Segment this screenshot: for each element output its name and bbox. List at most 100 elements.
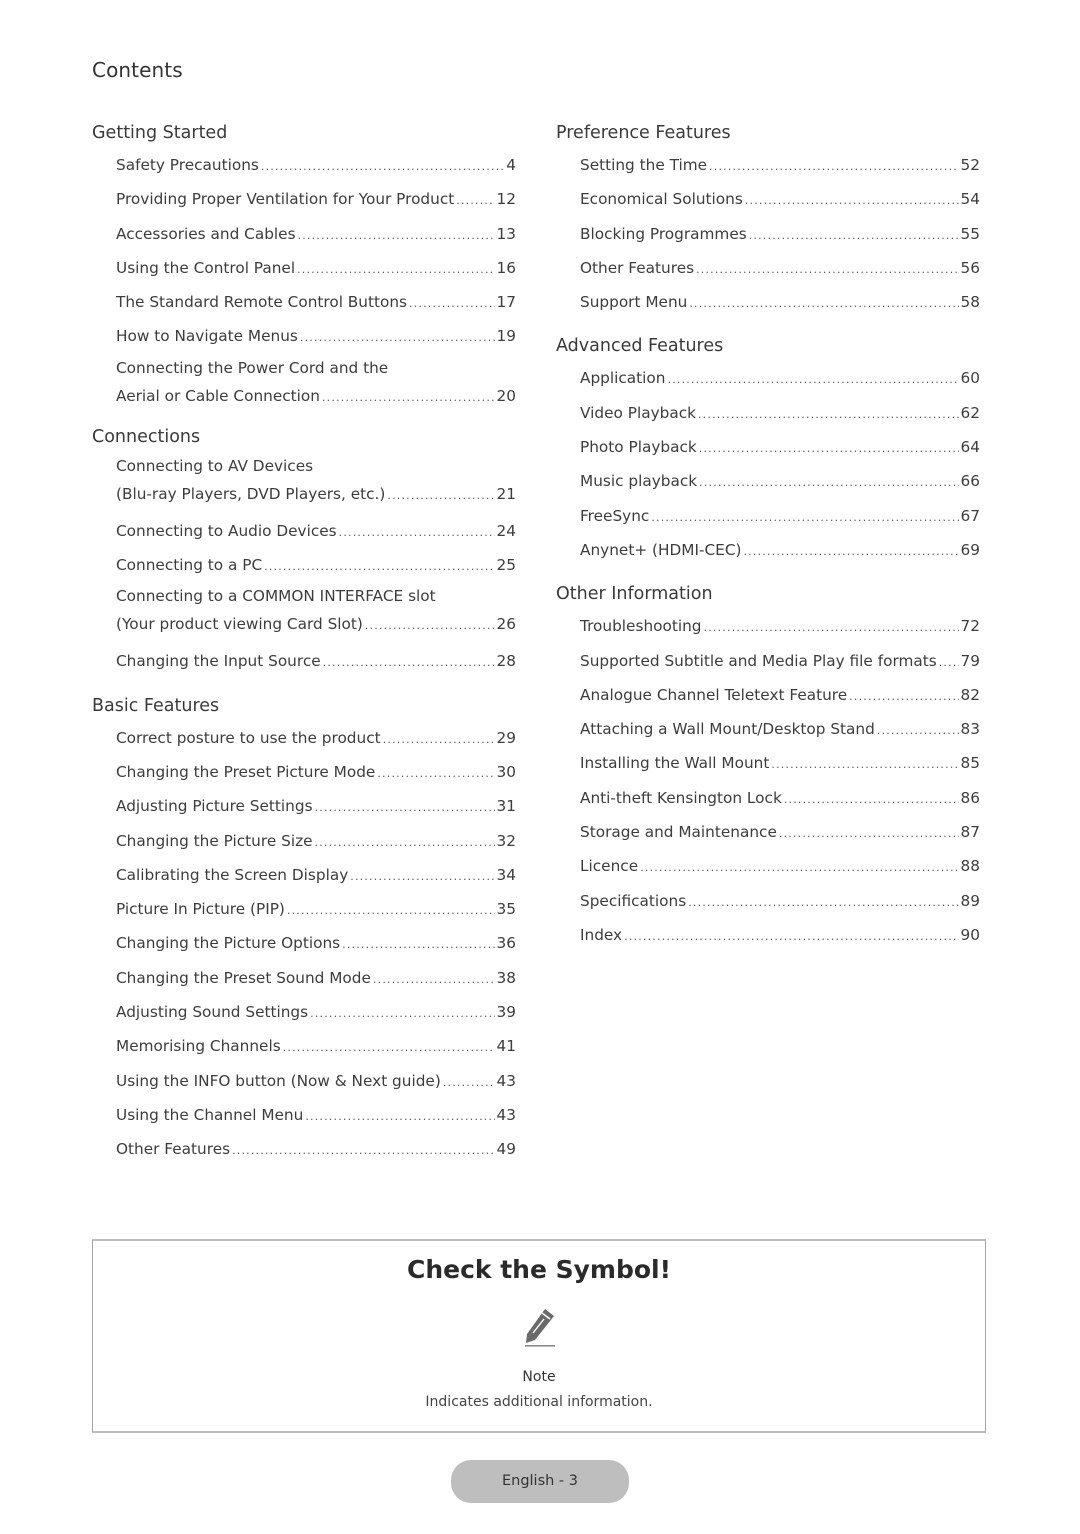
toc-entry-label: Attaching a Wall Mount/Desktop Stand	[580, 720, 875, 739]
toc-entry[interactable]: Storage and Maintenance 87	[580, 815, 980, 849]
toc-entry[interactable]: Installing the Wall Mount 85	[580, 746, 980, 780]
dot-leader	[779, 817, 959, 851]
toc-entry-row: (Your product viewing Card Slot) 26	[116, 610, 516, 638]
dot-leader	[704, 611, 959, 645]
toc-entry[interactable]: Connecting to a COMMON INTERFACE slot (Yo…	[116, 582, 516, 638]
toc-entry[interactable]: Application 60	[580, 361, 980, 395]
toc-entry[interactable]: Troubleshooting 72	[580, 609, 980, 643]
toc-entry-page-number: 30	[496, 762, 516, 781]
toc-entry[interactable]: Blocking Programmes 55	[580, 217, 980, 251]
toc-entry-label: Support Menu	[580, 293, 688, 312]
toc-entry[interactable]: Setting the Time 52	[580, 148, 980, 182]
toc-entry-row: FreeSync 67	[580, 499, 980, 533]
toc-entry-label: Adjusting Sound Settings	[116, 1003, 309, 1022]
toc-entry-label: The Standard Remote Control Buttons	[116, 293, 408, 312]
toc-entry[interactable]: Anynet+ (HDMI-CEC) 69	[580, 533, 980, 567]
toc-entry-page-number: 54	[960, 190, 980, 209]
toc-entry-page-number: 60	[960, 369, 980, 388]
toc-entry[interactable]: Changing the Picture Options 36	[116, 926, 516, 960]
toc-entry-page-number: 12	[496, 190, 516, 209]
toc-entry[interactable]: Changing the Picture Size 32	[116, 824, 516, 858]
toc-entry[interactable]: Using the Control Panel 16	[116, 251, 516, 285]
toc-entry[interactable]: Music playback 66	[580, 464, 980, 498]
toc-entry-page-number: 82	[960, 685, 980, 704]
toc-entry-page-number: 38	[496, 968, 516, 987]
toc-entry[interactable]: Using the Channel Menu 43	[116, 1098, 516, 1132]
toc-entry[interactable]: Connecting the Power Cord and the Aerial …	[116, 354, 516, 410]
toc-entry[interactable]: Other Features 56	[580, 251, 980, 285]
toc-entry[interactable]: Licence 88	[580, 849, 980, 883]
toc-entry-page-number: 24	[496, 521, 516, 540]
toc-entry[interactable]: The Standard Remote Control Buttons 17	[116, 285, 516, 319]
toc-entry[interactable]: Safety Precautions 4	[116, 148, 516, 182]
toc-entry[interactable]: Specifications 89	[580, 884, 980, 918]
toc-entry-page-number: 69	[960, 540, 980, 559]
toc-entry-page-number: 55	[960, 224, 980, 243]
dot-leader	[640, 851, 958, 885]
toc-entry[interactable]: Attaching a Wall Mount/Desktop Stand 83	[580, 712, 980, 746]
toc-entry-page-number: 58	[960, 293, 980, 312]
toc-entry[interactable]: FreeSync 67	[580, 499, 980, 533]
dot-leader	[283, 1031, 495, 1065]
dot-leader	[297, 253, 494, 287]
toc-entry[interactable]: Providing Proper Ventilation for Your Pr…	[116, 182, 516, 216]
toc-entry-row: Aerial or Cable Connection 20	[116, 382, 516, 410]
toc-entry-row: Analogue Channel Teletext Feature 82	[580, 678, 980, 712]
toc-entry-page-number: 25	[496, 556, 516, 575]
toc-entry-label: Changing the Input Source	[116, 652, 321, 671]
toc-entry-page-number: 88	[960, 857, 980, 876]
toc-entry-label: Connecting to Audio Devices	[116, 521, 337, 540]
toc-entry[interactable]: Connecting to a PC 25	[116, 548, 516, 582]
toc-entry[interactable]: Correct posture to use the product 29	[116, 721, 516, 755]
dot-leader	[784, 783, 959, 817]
toc-entry[interactable]: How to Navigate Menus 19	[116, 319, 516, 353]
toc-entry-label: Memorising Channels	[116, 1037, 281, 1056]
toc-entry[interactable]: Adjusting Sound Settings 39	[116, 995, 516, 1029]
toc-entry[interactable]: Picture In Picture (PIP) 35	[116, 892, 516, 926]
toc-entry[interactable]: Support Menu 58	[580, 285, 980, 319]
toc-entry[interactable]: Accessories and Cables 13	[116, 217, 516, 251]
toc-entry-label-line1: Connecting to a COMMON INTERFACE slot	[116, 587, 436, 606]
toc-section: Other Information Troubleshooting 72 Suppor…	[556, 579, 980, 952]
toc-entry[interactable]: Photo Playback 64	[580, 430, 980, 464]
toc-entry[interactable]: Adjusting Picture Settings 31	[116, 789, 516, 823]
toc-entry-page-number: 64	[960, 438, 980, 457]
toc-entry[interactable]: Changing the Preset Picture Mode 30	[116, 755, 516, 789]
toc-entry-page-number: 90	[960, 925, 980, 944]
toc-entry[interactable]: Connecting to AV Devices (Blu-ray Players…	[116, 452, 516, 508]
toc-entry[interactable]: Memorising Channels 41	[116, 1029, 516, 1063]
dot-leader	[261, 150, 504, 184]
toc-entry[interactable]: Changing the Preset Sound Mode 38	[116, 961, 516, 995]
toc-entry-row: Connecting to Audio Devices 24	[116, 514, 516, 548]
toc-entry-label: Changing the Picture Options	[116, 934, 341, 953]
toc-entry-label-line1: Connecting the Power Cord and the	[116, 358, 389, 377]
toc-entry[interactable]: Calibrating the Screen Display 34	[116, 858, 516, 892]
toc-entry-row: Economical Solutions 54	[580, 182, 980, 216]
toc-entry[interactable]: Anti-theft Kensington Lock 86	[580, 781, 980, 815]
dot-leader	[409, 287, 495, 321]
toc-entry[interactable]: Video Playback 62	[580, 396, 980, 430]
dot-leader	[315, 826, 495, 860]
toc-entry[interactable]: Changing the Input Source 28	[116, 644, 516, 678]
toc-entry[interactable]: Index 90	[580, 918, 980, 952]
dot-leader	[232, 1134, 494, 1168]
toc-entry-page-number: 49	[496, 1140, 516, 1159]
toc-entry[interactable]: Connecting to Audio Devices 24	[116, 514, 516, 548]
toc-entry-row: Music playback 66	[580, 464, 980, 498]
toc-entry-row: Safety Precautions 4	[116, 148, 516, 182]
toc-entry-page-number: 28	[496, 652, 516, 671]
dot-leader	[322, 384, 495, 412]
toc-entry-row: Using the INFO button (Now & Next guide)…	[116, 1064, 516, 1098]
dot-leader	[689, 287, 958, 321]
toc-entry[interactable]: Supported Subtitle and Media Play file f…	[580, 644, 980, 678]
toc-entry[interactable]: Other Features 49	[116, 1132, 516, 1166]
toc-entry[interactable]: Using the INFO button (Now & Next guide)…	[116, 1064, 516, 1098]
toc-entry[interactable]: Economical Solutions 54	[580, 182, 980, 216]
toc-entry-row: Changing the Picture Size 32	[116, 824, 516, 858]
toc-entry-label: Safety Precautions	[116, 156, 259, 174]
toc-entry-row: Anynet+ (HDMI-CEC) 69	[580, 533, 980, 567]
toc-entry-row: Adjusting Picture Settings 31	[116, 789, 516, 823]
dot-leader	[696, 253, 958, 287]
toc-entry[interactable]: Analogue Channel Teletext Feature 82	[580, 678, 980, 712]
toc-entry-label: Connecting to a PC	[116, 556, 263, 575]
